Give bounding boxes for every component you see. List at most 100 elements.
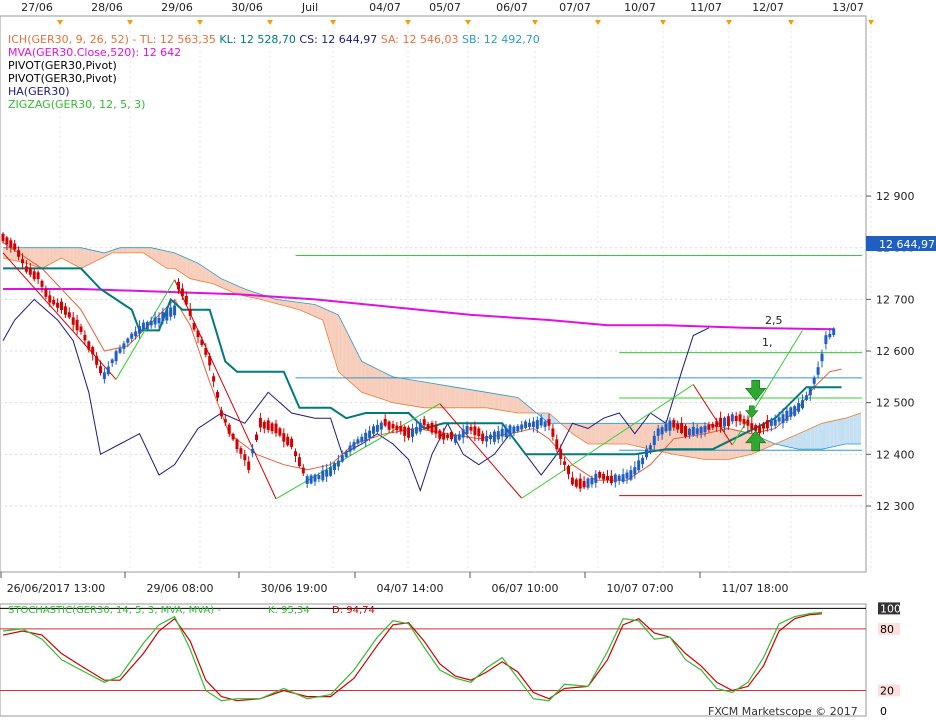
candle-body bbox=[457, 434, 461, 440]
candle-body bbox=[99, 366, 102, 374]
candle-body bbox=[730, 414, 734, 422]
candle-body bbox=[13, 243, 17, 250]
price-tick-label: 12 600 bbox=[876, 345, 915, 358]
candle-body bbox=[812, 377, 816, 384]
legend-ichimoku-name: ICH(GER30, 9, 26, 52) - bbox=[8, 33, 137, 46]
candle-body bbox=[578, 478, 582, 489]
candle-body bbox=[219, 410, 223, 417]
candle-body bbox=[426, 424, 430, 430]
candle-body bbox=[648, 445, 652, 450]
candle-body bbox=[664, 424, 668, 432]
candle-body bbox=[71, 317, 75, 325]
candle-body bbox=[282, 433, 286, 442]
candle-body bbox=[67, 312, 71, 318]
cloud-segment bbox=[790, 435, 795, 449]
candle-body bbox=[141, 322, 145, 330]
candle-body bbox=[781, 414, 785, 424]
top-date-marker bbox=[868, 20, 874, 25]
bottom-date-label: 26/06/2017 13:00 bbox=[7, 582, 106, 595]
top-date-label: Juil bbox=[301, 1, 318, 14]
legend-pivot-1: PIVOT(GER30,Pivot) bbox=[8, 59, 117, 72]
candle-body bbox=[773, 419, 777, 426]
candle-body bbox=[266, 420, 270, 430]
candle-body bbox=[110, 359, 114, 364]
bottom-date-label: 30/06 19:00 bbox=[261, 582, 328, 595]
candle-body bbox=[797, 403, 801, 412]
cloud-segment bbox=[646, 423, 651, 450]
cloud-segment bbox=[443, 385, 448, 408]
candle-body bbox=[188, 309, 192, 316]
candle-body bbox=[83, 334, 87, 341]
candle-body bbox=[79, 326, 83, 333]
candle-body bbox=[368, 430, 372, 439]
legend-row-ichimoku: ICH(GER30, 9, 26, 52) - TL: 12 563,35 KL… bbox=[8, 33, 540, 46]
cloud-segment bbox=[400, 378, 405, 405]
cloud-segment bbox=[837, 419, 842, 446]
candle-body bbox=[438, 430, 442, 439]
candle-body bbox=[364, 432, 368, 442]
candle-body bbox=[114, 351, 118, 362]
cloud-segment bbox=[174, 252, 179, 271]
candle-body bbox=[63, 306, 67, 315]
cloud-segment bbox=[186, 258, 191, 279]
candle-body bbox=[165, 309, 169, 321]
candle-body bbox=[535, 420, 539, 429]
cloud-segment bbox=[455, 387, 460, 408]
candle-body bbox=[149, 320, 153, 326]
cloud-segment bbox=[190, 259, 195, 280]
cloud-segment bbox=[318, 306, 323, 321]
cloud-segment bbox=[494, 393, 499, 410]
cloud-segment bbox=[389, 374, 393, 403]
candle-body bbox=[40, 280, 44, 287]
candle-body bbox=[629, 470, 633, 480]
candle-body bbox=[157, 317, 161, 324]
candle-body bbox=[547, 419, 551, 426]
cloud-segment bbox=[420, 381, 425, 408]
cloud-segment bbox=[630, 423, 635, 446]
candle-body bbox=[762, 423, 765, 429]
candle-body bbox=[567, 465, 570, 475]
candle-body bbox=[333, 463, 336, 471]
cloud-segment bbox=[591, 423, 596, 445]
candle-body bbox=[563, 461, 567, 465]
legend-ichimoku-cs: CS: 12 644,97 bbox=[299, 33, 378, 46]
candle-body bbox=[500, 428, 504, 437]
candle-body bbox=[270, 423, 274, 432]
candle-body bbox=[212, 376, 216, 382]
candle-body bbox=[551, 428, 555, 437]
legend-ichimoku-sb: SB: 12 492,70 bbox=[462, 33, 540, 46]
candle-body bbox=[742, 419, 746, 424]
legend-zigzag: ZIGZAG(GER30, 12, 5, 3) bbox=[8, 98, 146, 111]
candle-body bbox=[801, 400, 804, 409]
cloud-segment bbox=[822, 422, 826, 450]
cloud-segment bbox=[377, 369, 382, 399]
cloud-segment bbox=[841, 418, 846, 445]
bottom-date-label: 11/07 18:00 bbox=[722, 582, 789, 595]
candle-body bbox=[36, 272, 40, 280]
candle-body bbox=[512, 426, 516, 434]
candle-body bbox=[138, 326, 141, 334]
candle-body bbox=[329, 467, 333, 476]
cloud-segment bbox=[634, 423, 639, 447]
candle-body bbox=[602, 474, 606, 480]
cloud-segment bbox=[490, 392, 495, 410]
candle-body bbox=[130, 333, 134, 339]
candle-body bbox=[255, 434, 258, 441]
legend-mva: MVA(GER30.Close,520): 12 642 bbox=[8, 46, 182, 59]
cloud-segment bbox=[127, 247, 132, 253]
chart-root: 12 30012 40012 50012 60012 70012 80012 9… bbox=[0, 0, 936, 720]
candle-body bbox=[340, 455, 344, 462]
candle-body bbox=[461, 429, 465, 438]
cloud-segment bbox=[474, 390, 479, 408]
cloud-segment bbox=[802, 430, 807, 450]
candle-body bbox=[348, 445, 352, 452]
cloud-segment bbox=[829, 420, 834, 448]
candle-body bbox=[153, 317, 157, 325]
cloud-segment bbox=[467, 389, 471, 408]
candle-body bbox=[765, 420, 769, 429]
cloud-segment bbox=[623, 423, 627, 445]
candle-body bbox=[28, 267, 32, 275]
candle-body bbox=[192, 323, 196, 330]
cloud-segment bbox=[595, 423, 600, 445]
top-date-label: 13/07 bbox=[832, 1, 864, 14]
